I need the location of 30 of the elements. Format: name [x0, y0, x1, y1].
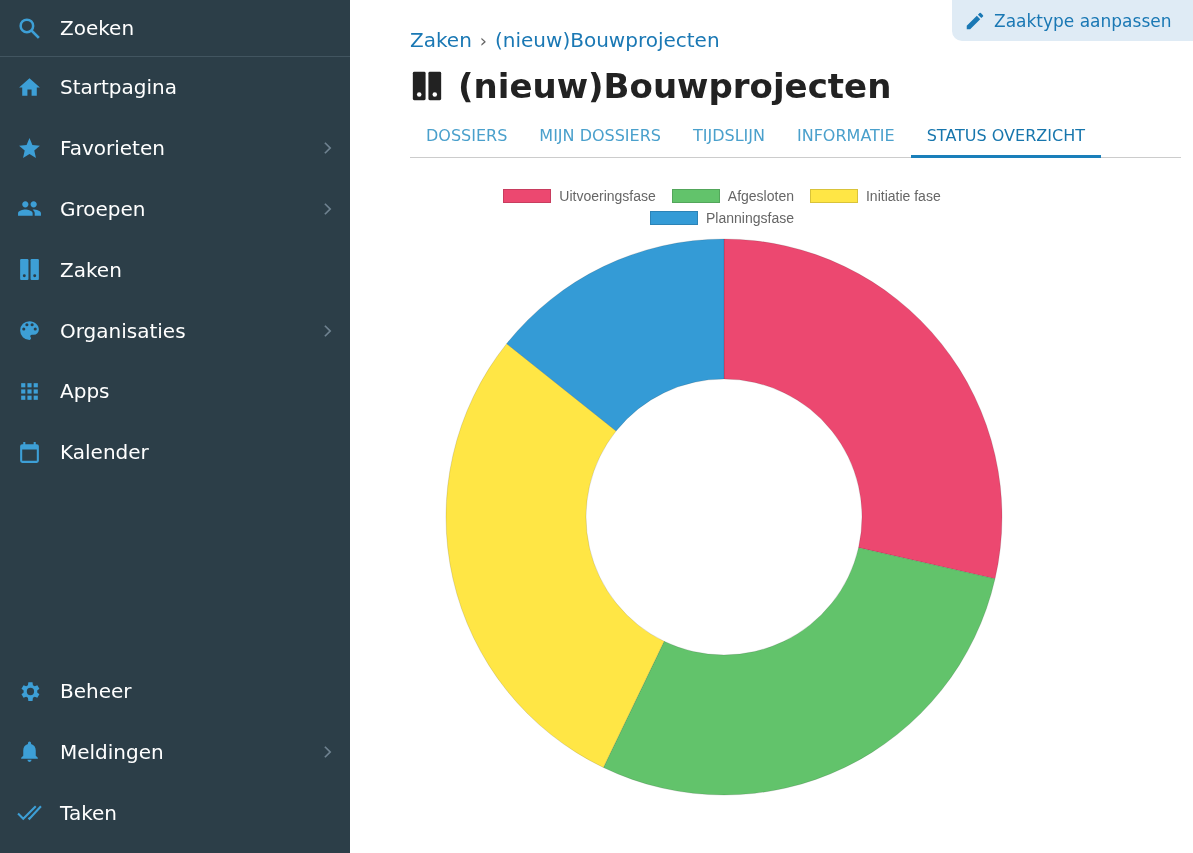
- nav-item[interactable]: Beheer: [0, 660, 350, 722]
- nav-item[interactable]: Apps: [0, 361, 350, 422]
- search-link[interactable]: Zoeken: [60, 16, 135, 40]
- page-title: (nieuw)Bouwprojecten: [458, 66, 892, 106]
- tab[interactable]: STATUS OVERZICHT: [910, 120, 1101, 158]
- calendar-icon: [17, 439, 42, 465]
- breadcrumb-link[interactable]: (nieuw)Bouwprojecten: [495, 28, 720, 52]
- legend-label: Planningsfase: [706, 210, 794, 226]
- chevron-right-icon: [323, 202, 332, 216]
- search-icon: [17, 15, 42, 41]
- nav-item[interactable]: Favorieten: [0, 117, 350, 179]
- chevron-right-icon: [323, 323, 332, 338]
- chevron-right-icon: [323, 744, 332, 759]
- legend-label: Uitvoeringsfase: [559, 188, 656, 204]
- nav-item[interactable]: Groepen: [0, 178, 350, 240]
- nav-item[interactable]: Startpagina: [0, 57, 350, 118]
- nav-item[interactable]: Zaken: [0, 239, 350, 301]
- nav-item[interactable]: Taken: [0, 782, 350, 843]
- nav-item[interactable]: Organisaties: [0, 300, 350, 361]
- legend-label: Afgesloten: [727, 188, 794, 204]
- nav-item[interactable]: Kalender: [0, 421, 350, 483]
- edit-case-type-button[interactable]: Zaaktype aanpassen: [952, 0, 1193, 41]
- legend-label: Initiatie fase: [865, 188, 941, 204]
- chevron-right-icon: [323, 141, 332, 156]
- breadcrumb-link[interactable]: Zaken: [410, 28, 472, 52]
- binders-icon: [410, 69, 444, 103]
- breadcrumb-separator: ›: [479, 30, 487, 51]
- nav-item[interactable]: Meldingen: [0, 721, 350, 783]
- binders-icon: [17, 257, 42, 283]
- star-icon: [17, 135, 42, 161]
